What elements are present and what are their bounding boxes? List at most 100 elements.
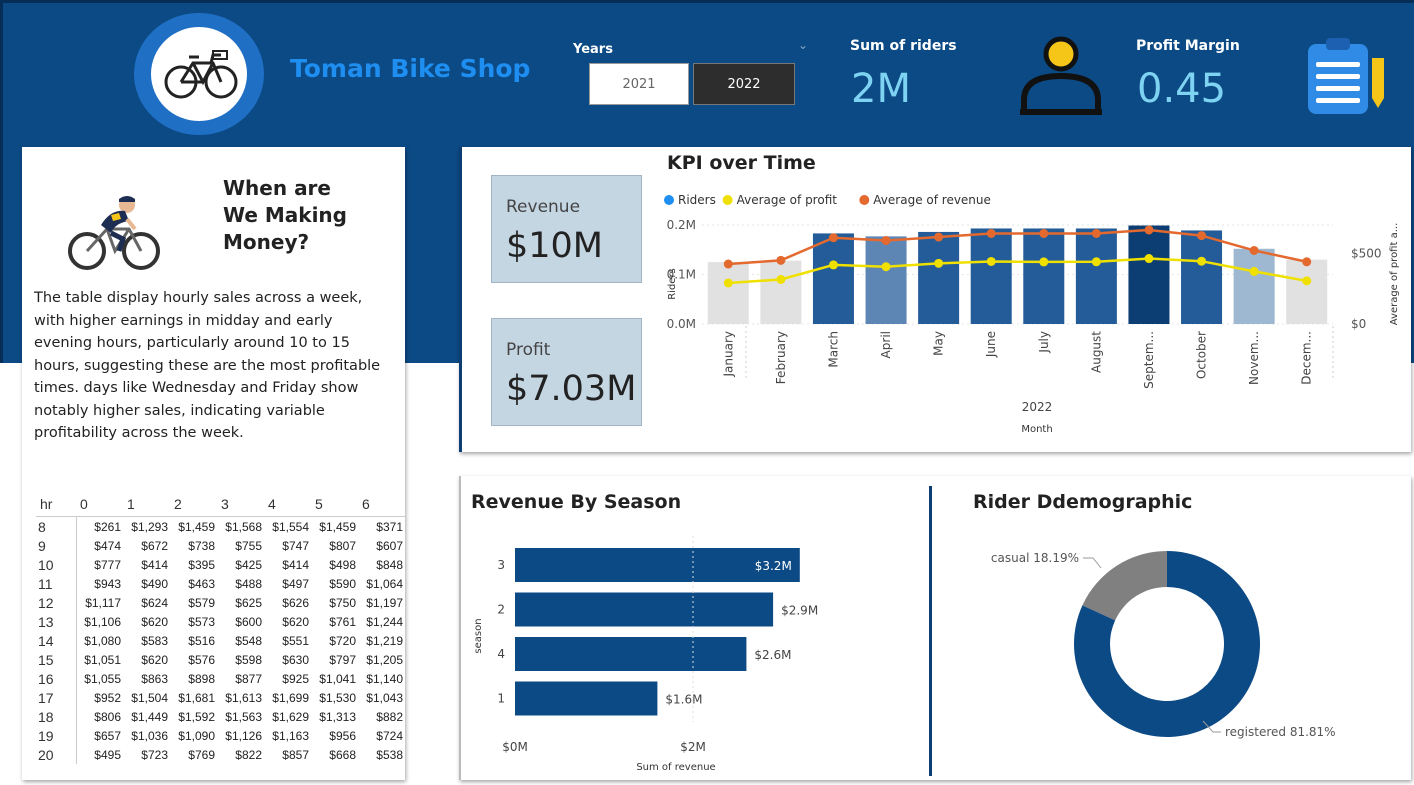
year-option-2021[interactable]: 2021	[589, 63, 689, 105]
hour-cell: 19	[36, 726, 77, 745]
kpi-over-time-card: KPI over Time Revenue $10M Profit $7.03M…	[459, 147, 1411, 452]
riders-bar	[1023, 228, 1065, 324]
profit-label: Profit	[506, 340, 551, 360]
profit-margin-value: 0.45	[1137, 66, 1227, 112]
y2-axis-title: Average of profit a...	[1389, 223, 1400, 325]
sales-cell: $1,592	[178, 709, 215, 724]
demographic-chart-title: Rider Ddemographic	[973, 491, 1193, 513]
sales-cell: $425	[235, 557, 262, 572]
sales-cell: $1,449	[131, 709, 168, 724]
sales-cell: $1,244	[366, 614, 403, 629]
column-header: 5	[311, 492, 358, 517]
sales-cell: $590	[329, 576, 356, 591]
sales-cell: $956	[329, 728, 356, 743]
sales-cell: $952	[94, 690, 121, 705]
year-option-2022[interactable]: 2022	[693, 63, 795, 105]
sales-cell: $1,504	[131, 690, 168, 705]
x-tick-label: March	[826, 331, 840, 368]
revenue-point	[934, 232, 944, 242]
legend-marker	[664, 195, 674, 205]
riders-kpi-label: Sum of riders	[850, 38, 957, 54]
sales-cell: $1,459	[319, 519, 356, 534]
x-tick-label: October	[1195, 331, 1209, 379]
profit-point	[934, 258, 944, 268]
sales-cell: $750	[329, 595, 356, 610]
hour-cell: 16	[36, 669, 77, 688]
sales-cell: $1,051	[84, 652, 121, 667]
sales-cell: $1,554	[272, 519, 309, 534]
y-tick-label: 0.2M	[667, 218, 696, 232]
x-group-label: 2022	[1022, 400, 1053, 414]
data-label: $2.6M	[754, 648, 791, 662]
x-tick-label: April	[879, 331, 893, 358]
sales-cell: $624	[141, 595, 168, 610]
revenue-point	[1091, 228, 1101, 238]
sales-cell: $548	[235, 633, 262, 648]
sales-cell: $882	[376, 709, 403, 724]
sales-cell: $769	[188, 747, 215, 762]
sales-cell: $1,205	[366, 652, 403, 667]
sales-cell: $1,117	[85, 595, 121, 610]
sales-cell: $1,699	[272, 690, 309, 705]
data-label: $2.9M	[781, 604, 818, 618]
sales-cell: $573	[188, 614, 215, 629]
sales-cell: $1,041	[319, 671, 356, 686]
sales-cell: $579	[188, 595, 215, 610]
legend-label: Average of profit	[737, 193, 838, 207]
x-tick-label: Decem...	[1300, 331, 1314, 385]
sales-cell: $576	[188, 652, 215, 667]
table-row: 18 $806 $1,449 $1,592 $1,563 $1,629 $1,313 $882	[36, 707, 405, 726]
rider-donut-chart: casual 18.19% registered 81.81%	[991, 551, 1336, 739]
sales-cell: $925	[282, 671, 309, 686]
logo-circle	[151, 27, 247, 121]
y-tick-label: 2	[497, 603, 505, 617]
season-chart-title: Revenue By Season	[471, 491, 682, 513]
riders-bar	[970, 228, 1012, 324]
profit-point	[1197, 256, 1207, 266]
donut-slice-casual	[1082, 551, 1167, 621]
column-header: 3	[217, 492, 264, 517]
hourly-sales-table: hr 0 1 2 3 4 5 6 8 $261 $1,293 $1,459 $1,568…	[36, 492, 405, 764]
revenue-point	[1302, 257, 1312, 267]
revenue-label: Revenue	[506, 197, 581, 217]
sales-cell: $497	[282, 576, 309, 591]
hour-cell: 14	[36, 631, 77, 650]
table-row: 15 $1,051 $620 $576 $598 $630 $797 $1,205	[36, 650, 405, 669]
sales-cell: $807	[329, 538, 356, 553]
season-bar	[515, 681, 658, 716]
x-tick-label: May	[932, 331, 946, 356]
sales-cell: $668	[329, 747, 356, 762]
profit-point	[881, 262, 891, 272]
revenue-card: Revenue $10M	[491, 175, 642, 283]
revenue-point	[986, 228, 996, 238]
sales-cell: $747	[282, 538, 309, 553]
sales-cell: $724	[376, 728, 403, 743]
x-tick-label: July	[1037, 331, 1051, 354]
banner-left-border	[0, 0, 3, 363]
hour-cell: 17	[36, 688, 77, 707]
sales-cell: $620	[141, 652, 168, 667]
sales-cell: $1,219	[366, 633, 403, 648]
sales-cell: $877	[235, 671, 262, 686]
profit-point	[1249, 266, 1259, 276]
y-tick-label: 3	[497, 558, 505, 572]
y-axis-title: Riders	[667, 268, 678, 300]
sales-cell: $1,563	[225, 709, 262, 724]
data-label: $3.2M	[755, 559, 792, 573]
sales-cell: $848	[376, 557, 403, 572]
chevron-down-icon[interactable]: ⌄	[798, 38, 808, 52]
sales-cell: $672	[141, 538, 168, 553]
column-header: 6	[358, 492, 405, 517]
profit-point	[1144, 254, 1154, 264]
y-tick-label: 4	[497, 647, 505, 661]
riders-bar	[1181, 230, 1223, 324]
hour-cell: 18	[36, 707, 77, 726]
story-card: When are We Making Money? The table disp…	[22, 147, 405, 780]
banner-top-border	[0, 0, 1414, 3]
riders-bar	[1128, 225, 1170, 324]
legend-label: Riders	[678, 193, 716, 207]
sales-cell: $1,064	[366, 576, 403, 591]
sales-cell: $1,568	[225, 519, 262, 534]
table-row: 16 $1,055 $863 $898 $877 $925 $1,041 $1,140	[36, 669, 405, 688]
riders-bar	[812, 233, 854, 324]
